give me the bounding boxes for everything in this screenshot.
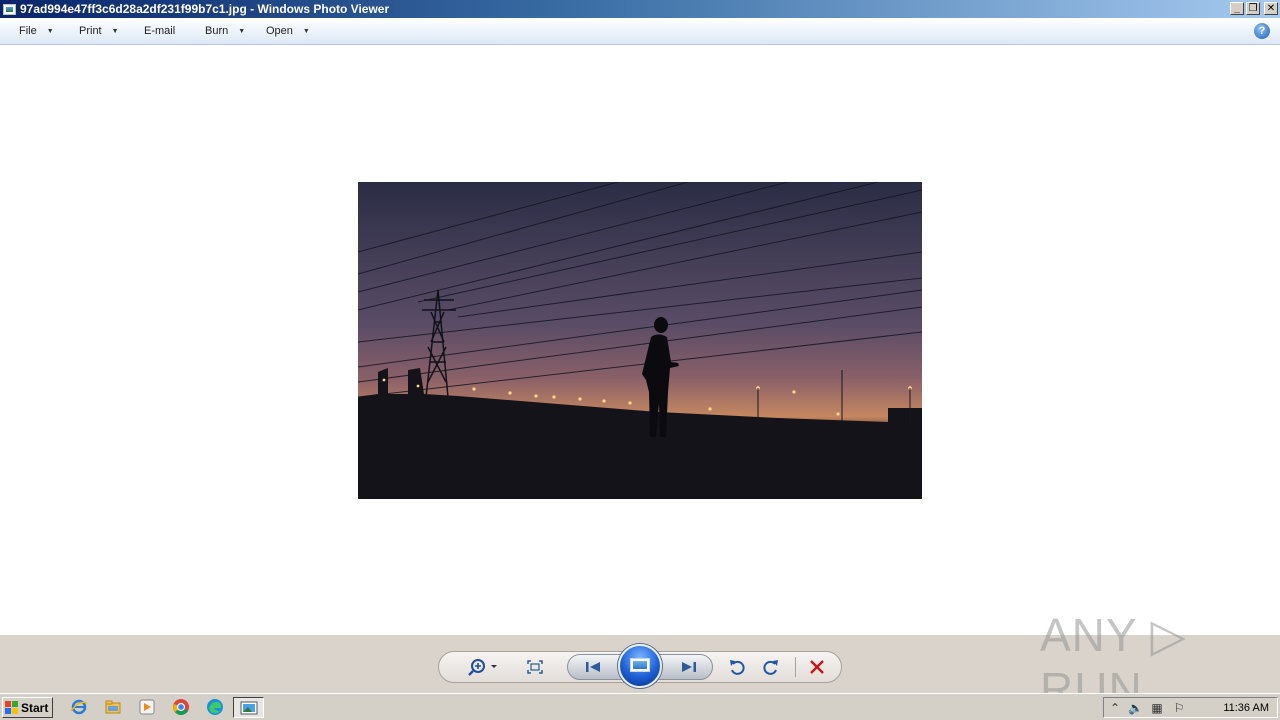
menu-file-label: File: [19, 25, 37, 37]
image-viewing-area[interactable]: [0, 45, 1280, 635]
close-button[interactable]: ✕: [1264, 2, 1278, 15]
slideshow-button[interactable]: [618, 644, 662, 688]
show-hidden-icons-icon[interactable]: ⌃: [1108, 701, 1122, 715]
menu-print[interactable]: Print ▼: [79, 25, 119, 37]
menu-file[interactable]: File ▼: [19, 25, 54, 37]
window-title: 97ad994e47ff3c6d28a2df231f99b7c1.jpg - W…: [20, 2, 390, 16]
photo-viewer-task-button[interactable]: [233, 697, 264, 718]
actual-size-button[interactable]: [524, 656, 546, 678]
chevron-down-icon: ▼: [46, 27, 54, 35]
edge-icon[interactable]: [206, 698, 224, 716]
volume-icon[interactable]: 🔈: [1128, 701, 1143, 715]
rotate-counterclockwise-button[interactable]: [726, 656, 748, 678]
next-button[interactable]: [674, 657, 704, 677]
media-player-icon[interactable]: [138, 698, 156, 716]
windows-logo-icon: [5, 700, 19, 715]
menu-open-label: Open: [266, 25, 293, 37]
window-controls: _ ❐ ✕: [1230, 2, 1278, 15]
menu-email-label: E-mail: [144, 25, 176, 37]
rotate-clockwise-button[interactable]: [760, 656, 782, 678]
next-icon: [682, 662, 696, 672]
minimize-button[interactable]: _: [1230, 2, 1244, 15]
action-center-flag-icon[interactable]: ⚐: [1172, 701, 1186, 715]
delete-button[interactable]: [806, 656, 828, 678]
title-bar[interactable]: 97ad994e47ff3c6d28a2df231f99b7c1.jpg - W…: [0, 0, 1280, 18]
previous-button[interactable]: [578, 657, 608, 677]
zoom-button[interactable]: [466, 656, 500, 678]
menu-burn-label: Burn: [205, 25, 229, 37]
start-label: Start: [21, 700, 49, 715]
slideshow-icon: [630, 658, 650, 672]
zoom-icon: [468, 659, 497, 676]
previous-icon: [586, 662, 600, 672]
chevron-down-icon: ▼: [238, 27, 246, 35]
rotate-ccw-icon: [730, 660, 745, 675]
photo-viewer-icon: [240, 701, 258, 715]
taskbar: Start ⌃ 🔈 ▦ ⚐ 11:36 AM: [0, 693, 1280, 720]
menu-open[interactable]: Open ▼: [266, 25, 310, 37]
rotate-cw-icon: [763, 660, 778, 675]
chrome-icon[interactable]: [172, 698, 190, 716]
start-button[interactable]: Start: [2, 697, 53, 718]
menu-burn[interactable]: Burn ▼: [205, 25, 245, 37]
control-separator: [795, 657, 796, 677]
chevron-down-icon: ▼: [111, 27, 119, 35]
menu-bar: File ▼ Print ▼ E-mail Burn ▼ Open ▼ ?: [0, 18, 1280, 45]
menu-email[interactable]: E-mail: [144, 25, 175, 37]
displayed-photo: [358, 182, 922, 499]
system-tray: ⌃ 🔈 ▦ ⚐ 11:36 AM: [1103, 697, 1278, 718]
internet-explorer-icon[interactable]: [70, 698, 88, 716]
actual-size-icon: [527, 660, 543, 674]
delete-icon: [810, 660, 824, 674]
taskbar-clock[interactable]: 11:36 AM: [1223, 702, 1269, 714]
menu-print-label: Print: [79, 25, 102, 37]
network-icon[interactable]: ▦: [1150, 701, 1164, 715]
photo-viewer-app-icon[interactable]: [3, 3, 16, 15]
chevron-down-icon: ▼: [302, 27, 310, 35]
file-explorer-icon[interactable]: [104, 698, 122, 716]
help-icon[interactable]: ?: [1254, 23, 1270, 39]
restore-button[interactable]: ❐: [1246, 2, 1260, 15]
